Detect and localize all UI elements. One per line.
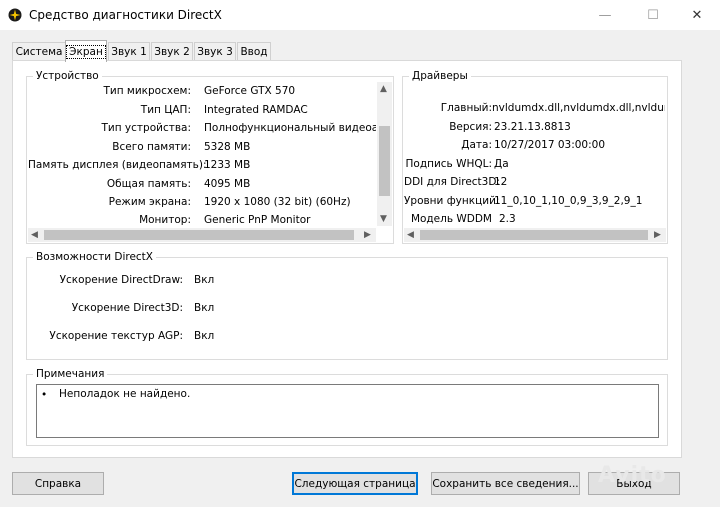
device-value: 5328 MB xyxy=(204,141,251,153)
tab-sound-1[interactable]: Звук 1 xyxy=(108,42,150,60)
driver-value: 12 xyxy=(494,176,508,188)
driver-key: Модель WDDM xyxy=(410,213,492,225)
minimize-button[interactable]: — xyxy=(582,0,628,30)
scroll-right-icon[interactable]: ▶ xyxy=(364,230,371,240)
driver-key: Дата: xyxy=(461,139,492,151)
driver-value: nvldumdx.dll,nvldumdx.dll,nvldumdx.c xyxy=(492,102,665,114)
device-key: Всего памяти: xyxy=(112,141,191,153)
feature-key: Ускорение Direct3D: xyxy=(71,302,183,314)
driver-value: 23.21.13.8813 xyxy=(494,121,571,133)
save-all-button[interactable]: Сохранить все сведения... xyxy=(431,472,580,495)
dxdiag-window: Средство диагностики DirectX — ☐ ✕ Систе… xyxy=(0,0,720,507)
device-key: Монитор: xyxy=(139,214,191,226)
drivers-group-title: Драйверы xyxy=(409,70,471,82)
notes-item: Неполадок не найдено. xyxy=(59,388,191,400)
tab-system[interactable]: Система xyxy=(12,42,66,60)
device-value: GeForce GTX 570 xyxy=(204,85,296,97)
notes-textbox[interactable]: • Неполадок не найдено. xyxy=(36,384,659,438)
tab-sound-2[interactable]: Звук 2 xyxy=(151,42,193,60)
driver-key: Подпись WHQL: xyxy=(405,158,493,170)
scroll-up-icon[interactable]: ▲ xyxy=(380,84,387,94)
features-group-title: Возможности DirectX xyxy=(33,251,156,263)
title-bar: Средство диагностики DirectX — ☐ ✕ xyxy=(0,0,720,30)
drivers-horizontal-thumb[interactable] xyxy=(420,230,648,240)
device-key: Режим экрана: xyxy=(108,196,191,208)
maximize-button[interactable]: ☐ xyxy=(630,0,676,30)
driver-value: 11_0,10_1,10_0,9_3,9_2,9_1 xyxy=(494,195,643,207)
directx-icon xyxy=(8,8,22,22)
driver-key: Версия: xyxy=(449,121,492,133)
device-value: Integrated RAMDAC xyxy=(204,104,308,116)
next-page-button[interactable]: Следующая страница xyxy=(292,472,418,495)
scroll-down-icon[interactable]: ▼ xyxy=(380,214,387,224)
device-value: 1920 x 1080 (32 bit) (60Hz) xyxy=(204,196,351,208)
tab-sound-3[interactable]: Звук 3 xyxy=(194,42,236,60)
device-key: Память дисплея (видеопамять): xyxy=(28,159,207,171)
driver-value: 10/27/2017 03:00:00 xyxy=(494,139,606,151)
device-value: 1233 MB xyxy=(204,159,251,171)
feature-value: Вкл xyxy=(194,302,215,314)
help-button[interactable]: Справка xyxy=(12,472,104,495)
avito-watermark: Avito xyxy=(598,463,667,488)
tab-display[interactable]: Экран xyxy=(65,40,107,62)
driver-key: Уровни функций: xyxy=(404,195,500,207)
driver-key: DDI для Direct3D: xyxy=(404,176,500,188)
device-group-title: Устройство xyxy=(33,70,102,82)
device-horizontal-scrollbar[interactable]: ◀ ▶ xyxy=(28,228,376,242)
feature-key: Ускорение DirectDraw: xyxy=(59,274,183,286)
close-button[interactable]: ✕ xyxy=(674,0,720,30)
device-value: Полнофункциональный видеоадап xyxy=(204,122,376,134)
tab-input[interactable]: Ввод xyxy=(237,42,271,60)
scroll-left-icon[interactable]: ◀ xyxy=(31,230,38,240)
device-vertical-scrollbar[interactable]: ▲ ▼ xyxy=(377,82,392,226)
device-key: Общая память: xyxy=(106,178,191,190)
window-title: Средство диагностики DirectX xyxy=(29,8,222,22)
driver-key: Главный: xyxy=(440,102,492,114)
driver-value: Да xyxy=(494,158,509,170)
device-horizontal-thumb[interactable] xyxy=(44,230,354,240)
feature-value: Вкл xyxy=(194,274,215,286)
feature-key: Ускорение текстур AGP: xyxy=(49,330,183,342)
device-key: Тип ЦАП: xyxy=(140,104,191,116)
notes-group-title: Примечания xyxy=(33,368,108,380)
device-key: Тип устройства: xyxy=(101,122,191,134)
device-value: 4095 MB xyxy=(204,178,251,190)
bullet-icon: • xyxy=(41,389,48,401)
drivers-horizontal-scrollbar[interactable]: ◀ ▶ xyxy=(404,228,666,242)
device-key: Тип микросхем: xyxy=(103,85,191,97)
device-value: Generic PnP Monitor xyxy=(204,214,311,226)
scroll-right-icon[interactable]: ▶ xyxy=(654,230,661,240)
scroll-left-icon[interactable]: ◀ xyxy=(407,230,414,240)
device-vertical-thumb[interactable] xyxy=(379,126,390,196)
feature-value: Вкл xyxy=(194,330,215,342)
driver-value: 2.3 xyxy=(499,213,516,225)
